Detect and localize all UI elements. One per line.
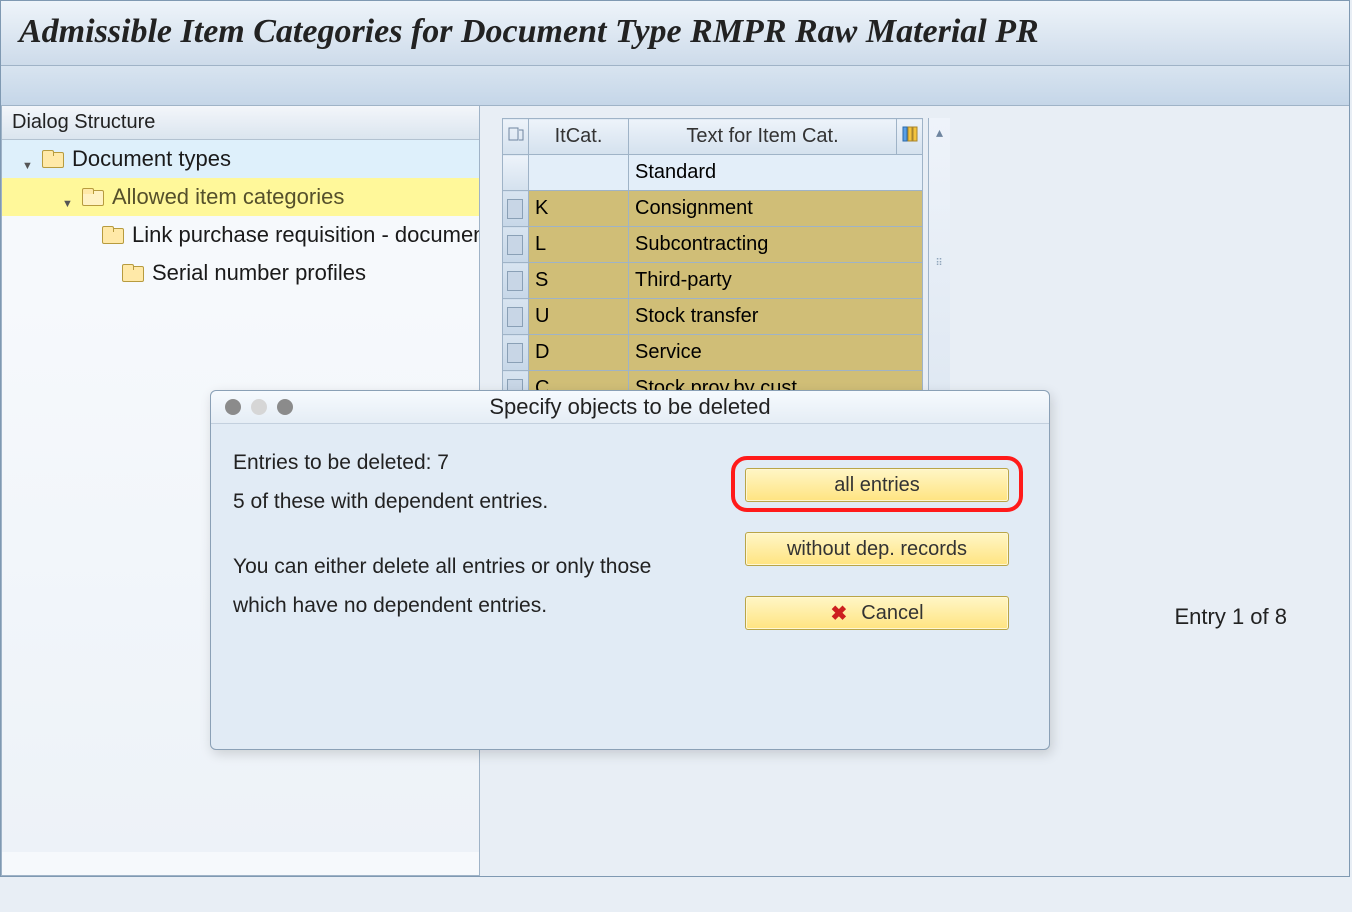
without-dep-records-button[interactable]: without dep. records [745,532,1009,566]
row-handle[interactable] [503,155,529,191]
cell-itcat[interactable]: K [529,191,629,227]
cell-text[interactable]: Stock transfer [629,299,923,335]
table-row[interactable]: DService [503,335,923,371]
folder-icon [122,264,144,282]
tree-item[interactable]: Link purchase requisition - document [2,216,479,254]
table-row[interactable]: UStock transfer [503,299,923,335]
table-row[interactable]: LSubcontracting [503,227,923,263]
folder-icon [82,188,104,206]
cell-itcat[interactable]: S [529,263,629,299]
cell-text[interactable]: Standard [629,155,923,191]
entry-counter: Entry 1 of 8 [1174,604,1287,630]
table-row[interactable]: Standard [503,155,923,191]
table-row[interactable]: SThird-party [503,263,923,299]
row-handle[interactable] [503,191,529,227]
cell-itcat[interactable]: D [529,335,629,371]
caret-down-icon [22,153,34,165]
folder-icon [102,226,124,244]
table-corner-icon [507,125,525,143]
table-row[interactable]: KConsignment [503,191,923,227]
row-handle[interactable] [503,299,529,335]
cancel-button[interactable]: ✖ Cancel [745,596,1009,630]
dialog-title: Specify objects to be deleted [211,394,1049,420]
tree-item-label: Allowed item categories [112,184,344,210]
cell-text[interactable]: Consignment [629,191,923,227]
table-settings[interactable] [897,119,923,155]
tree-header: Dialog Structure [2,106,479,140]
cell-text[interactable]: Subcontracting [629,227,923,263]
cell-text[interactable]: Third-party [629,263,923,299]
scroll-up-icon: ▴ [929,124,950,141]
scroll-drag-icon: ⠿ [932,258,947,288]
tree-item-label: Serial number profiles [152,260,366,286]
tree-item-label: Link purchase requisition - document [132,222,480,248]
cell-itcat[interactable]: U [529,299,629,335]
col-text[interactable]: Text for Item Cat. [629,119,897,155]
dialog-message: Entries to be deleted: 7 5 of these with… [233,444,707,630]
table-settings-icon [902,125,918,147]
tree-item[interactable]: Allowed item categories [2,178,479,216]
caret-down-icon [62,191,74,203]
tree-item[interactable]: Serial number profiles [2,254,479,292]
tree-item[interactable]: Document types [2,140,479,178]
page-title: Admissible Item Categories for Document … [1,1,1349,66]
delete-confirm-dialog: Specify objects to be deleted Entries to… [210,390,1050,750]
cell-itcat[interactable]: L [529,227,629,263]
cell-itcat[interactable] [529,155,629,191]
tree-item-label: Document types [72,146,231,172]
row-handle[interactable] [503,263,529,299]
row-handle[interactable] [503,227,529,263]
table-select-all[interactable] [503,119,529,155]
cancel-x-icon: ✖ [830,601,847,626]
row-handle[interactable] [503,335,529,371]
app-toolbar [1,66,1349,106]
folder-icon [42,150,64,168]
col-itcat[interactable]: ItCat. [529,119,629,155]
all-entries-button[interactable]: all entries [745,468,1009,502]
cell-text[interactable]: Service [629,335,923,371]
